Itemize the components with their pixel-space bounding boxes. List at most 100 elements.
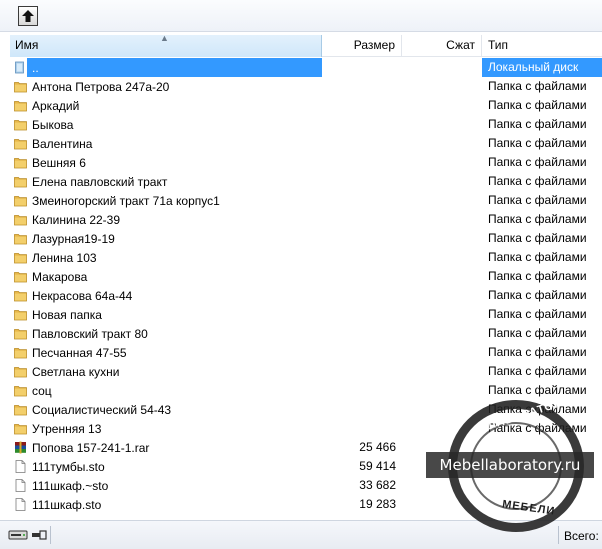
arrow-up-icon xyxy=(22,10,34,22)
file-icon xyxy=(14,460,27,473)
table-row[interactable]: Аркадий Папка с файлами xyxy=(10,96,602,115)
row-type-cell: Папка с файлами xyxy=(488,79,587,93)
watermark-banner: Mebellaboratory.ru xyxy=(426,452,594,478)
column-header-compressed[interactable]: Сжат xyxy=(402,35,482,57)
row-name-label: Ленина 103 xyxy=(32,250,97,265)
row-name-label: Валентина xyxy=(32,136,93,151)
row-name-cell[interactable]: 111тумбы.sto xyxy=(10,457,322,476)
row-type-cell: Папка с файлами xyxy=(488,250,587,264)
row-name-label: 111тумбы.sto xyxy=(32,459,105,474)
row-name-label: Павловский тракт 80 xyxy=(32,326,148,341)
folder-icon xyxy=(14,175,27,188)
folder-icon xyxy=(14,384,27,397)
row-name-cell[interactable]: Социалистический 54-43 xyxy=(10,400,322,419)
table-row[interactable]: Некрасова 64а-44 Папка с файлами xyxy=(10,286,602,305)
row-name-cell[interactable]: Антона Петрова 247а-20 xyxy=(10,77,322,96)
row-name-label: Елена павловский тракт xyxy=(32,174,168,189)
row-name-cell[interactable]: Вешняя 6 xyxy=(10,153,322,172)
file-icon xyxy=(14,498,27,511)
row-type-cell: Папка с файлами xyxy=(488,193,587,207)
row-name-cell[interactable]: Утренняя 13 xyxy=(10,419,322,438)
row-name-cell[interactable]: Светлана кухни xyxy=(10,362,322,381)
column-header-name-label: Имя xyxy=(15,38,39,52)
row-name-cell[interactable]: Быкова xyxy=(10,115,322,134)
table-row[interactable]: Змеиногорский тракт 71а корпус1 Папка с ф… xyxy=(10,191,602,210)
column-header-size[interactable]: Размер xyxy=(322,35,402,57)
row-type-cell: Папка с файлами xyxy=(488,174,587,188)
row-name-cell[interactable]: Валентина xyxy=(10,134,322,153)
folder-icon xyxy=(14,422,27,435)
folder-icon xyxy=(14,289,27,302)
row-name-cell[interactable]: Калинина 22-39 xyxy=(10,210,322,229)
status-separator xyxy=(50,526,51,544)
column-header-size-label: Размер xyxy=(353,38,395,52)
sort-ascending-icon: ▲ xyxy=(160,35,169,43)
table-row[interactable]: Новая папка Папка с файлами xyxy=(10,305,602,324)
row-name-cell[interactable]: Змеиногорский тракт 71а корпус1 xyxy=(10,191,322,210)
folder-icon xyxy=(14,308,27,321)
row-name-cell[interactable]: .. xyxy=(10,58,322,77)
row-name-cell[interactable]: соц xyxy=(10,381,322,400)
row-name-cell[interactable]: Павловский тракт 80 xyxy=(10,324,322,343)
go-up-button[interactable] xyxy=(18,6,38,26)
column-header-type[interactable]: Тип xyxy=(482,35,602,57)
row-name-cell[interactable]: Попова 157-241-1.rar xyxy=(10,438,322,457)
folder-icon xyxy=(14,118,27,131)
table-row[interactable]: Светлана кухни Папка с файлами xyxy=(10,362,602,381)
row-name-cell[interactable]: Елена павловский тракт xyxy=(10,172,322,191)
row-type-cell: Папка с файлами xyxy=(488,307,587,321)
table-row[interactable]: Лазурная19-19 Папка с файлами xyxy=(10,229,602,248)
table-row[interactable]: Валентина Папка с файлами xyxy=(10,134,602,153)
row-name-cell[interactable]: Ленина 103 xyxy=(10,248,322,267)
folder-icon xyxy=(14,156,27,169)
table-row[interactable]: Вешняя 6 Папка с файлами xyxy=(10,153,602,172)
row-name-label: Песчанная 47-55 xyxy=(32,345,127,360)
row-name-label: Аркадий xyxy=(32,98,80,113)
row-name-label: Лазурная19-19 xyxy=(32,231,115,246)
row-name-label: Социалистический 54-43 xyxy=(32,402,172,417)
table-row[interactable]: Быкова Папка с файлами xyxy=(10,115,602,134)
row-name-cell[interactable]: Некрасова 64а-44 xyxy=(10,286,322,305)
row-name-label: 111шкаф.sto xyxy=(32,497,102,512)
row-name-label: Новая папка xyxy=(32,307,102,322)
row-name-cell[interactable]: Песчанная 47-55 xyxy=(10,343,322,362)
parent-folder-icon xyxy=(14,61,27,74)
drive-icon[interactable] xyxy=(8,528,48,542)
table-row[interactable]: Макарова Папка с файлами xyxy=(10,267,602,286)
row-size-cell: 19 283 xyxy=(359,497,396,511)
table-row[interactable]: Елена павловский тракт Папка с файлами xyxy=(10,172,602,191)
row-type-cell: Папка с файлами xyxy=(488,98,587,112)
row-name-label: Утренняя 13 xyxy=(32,421,102,436)
folder-icon xyxy=(14,270,27,283)
folder-icon xyxy=(14,213,27,226)
row-type-cell: Папка с файлами xyxy=(488,288,587,302)
row-name-cell[interactable]: 111шкаф.~sto xyxy=(10,476,322,495)
table-row[interactable]: соц Папка с файлами xyxy=(10,381,602,400)
row-name-cell[interactable]: 111шкаф.sto xyxy=(10,495,322,514)
row-type-cell: Папка с файлами xyxy=(488,326,587,340)
row-type-cell: Папка с файлами xyxy=(488,212,587,226)
table-row[interactable]: Калинина 22-39 Папка с файлами xyxy=(10,210,602,229)
column-header-name[interactable]: ▲ Имя xyxy=(10,35,322,57)
row-size-cell: 25 466 xyxy=(359,440,396,454)
table-row[interactable]: .. Локальный диск xyxy=(10,58,602,77)
row-name-label: Антона Петрова 247а-20 xyxy=(32,79,170,94)
row-name-cell[interactable]: Лазурная19-19 xyxy=(10,229,322,248)
row-name-label: Змеиногорский тракт 71а корпус1 xyxy=(32,193,220,208)
row-type-cell: Папка с файлами xyxy=(488,136,587,150)
row-type-cell: Папка с файлами xyxy=(488,155,587,169)
row-name-cell[interactable]: Новая папка xyxy=(10,305,322,324)
toolbar xyxy=(0,0,602,32)
row-name-label: .. xyxy=(32,60,39,75)
row-type-cell: Папка с файлами xyxy=(488,231,587,245)
folder-icon xyxy=(14,327,27,340)
row-name-cell[interactable]: Макарова xyxy=(10,267,322,286)
table-row[interactable]: Антона Петрова 247а-20 Папка с файлами xyxy=(10,77,602,96)
row-name-cell[interactable]: Аркадий xyxy=(10,96,322,115)
row-size-cell: 59 414 xyxy=(359,459,396,473)
row-type-cell: Локальный диск xyxy=(482,58,602,77)
table-row[interactable]: Песчанная 47-55 Папка с файлами xyxy=(10,343,602,362)
folder-icon xyxy=(14,403,27,416)
table-row[interactable]: Ленина 103 Папка с файлами xyxy=(10,248,602,267)
table-row[interactable]: Павловский тракт 80 Папка с файлами xyxy=(10,324,602,343)
